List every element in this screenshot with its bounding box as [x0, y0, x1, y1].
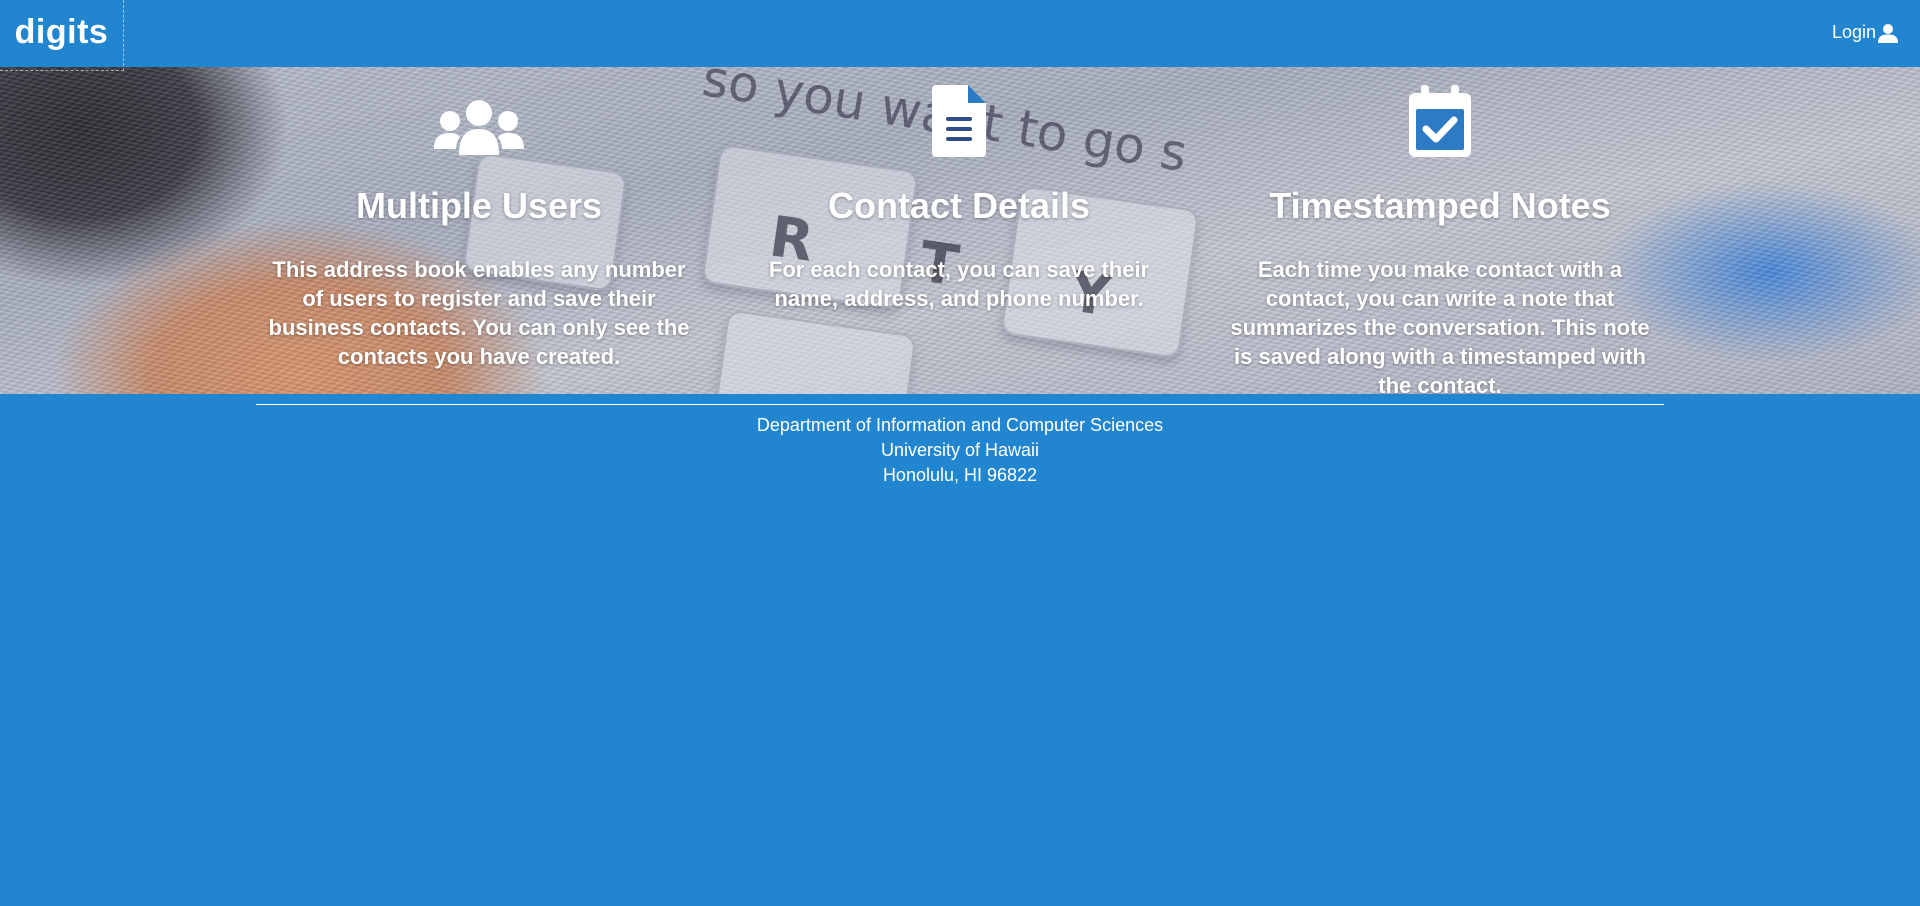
- footer-university: University of Hawaii: [880, 440, 1040, 460]
- feature-title: Multiple Users: [355, 185, 603, 226]
- footer-department: Department of Information and Computer S…: [756, 415, 1164, 435]
- brand-logo-link[interactable]: digits: [0, 0, 124, 71]
- feature-timestamped-notes: Timestamped Notes Each time you make con…: [1220, 67, 1660, 394]
- file-text-icon: [932, 85, 986, 157]
- footer-address: Honolulu, HI 96822: [882, 465, 1038, 485]
- feature-description: Each time you make contact with a contac…: [1230, 257, 1650, 394]
- top-navbar: digits Login: [0, 0, 1920, 71]
- feature-description: For each contact, you can save their nam…: [768, 257, 1150, 311]
- login-button[interactable]: Login: [1832, 22, 1898, 43]
- users-icon: [434, 100, 524, 155]
- page-footer: Department of Information and Computer S…: [256, 404, 1664, 488]
- feature-title: Timestamped Notes: [1269, 185, 1611, 226]
- feature-title: Contact Details: [827, 185, 1091, 226]
- login-label: Login: [1831, 22, 1876, 42]
- feature-multiple-users: Multiple Users This address book enables…: [259, 67, 699, 371]
- features-row: Multiple Users This address book enables…: [0, 67, 1920, 394]
- feature-description: This address book enables any number of …: [268, 257, 690, 369]
- user-icon: [1878, 23, 1898, 43]
- feature-contact-details: Contact Details For each contact, you ca…: [739, 67, 1179, 313]
- calendar-check-icon: [1409, 85, 1471, 157]
- hero-banner: so you want to go s R T Y Multiple Users…: [0, 67, 1920, 394]
